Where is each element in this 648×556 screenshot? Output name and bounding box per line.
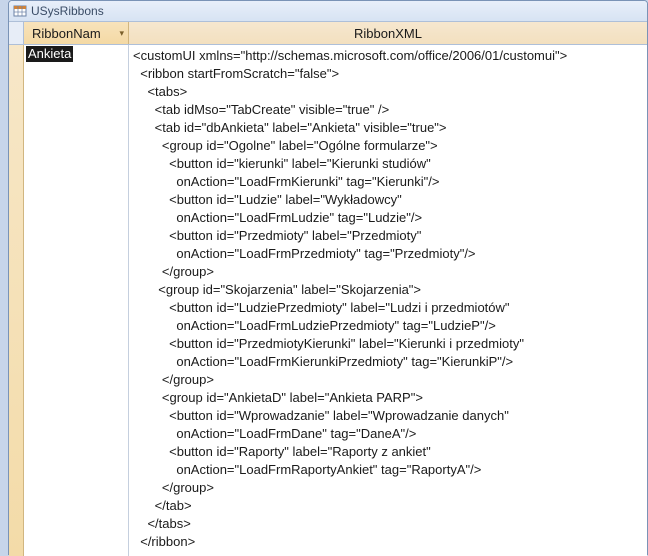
- cell-ribbonname[interactable]: Ankieta: [24, 45, 129, 556]
- ribbonname-value: Ankieta: [26, 46, 73, 62]
- column-header-label: RibbonNam: [32, 26, 101, 41]
- cell-ribbonxml[interactable]: <customUI xmlns="http://schemas.microsof…: [129, 45, 647, 556]
- chevron-down-icon[interactable]: ▾: [119, 28, 124, 39]
- column-header-ribbonxml[interactable]: RibbonXML: [129, 22, 647, 44]
- title-bar[interactable]: USysRibbons: [9, 1, 647, 22]
- datasheet-window: USysRibbons RibbonNam ▾ RibbonXML Ankiet…: [8, 0, 648, 555]
- data-row: Ankieta <customUI xmlns="http://schemas.…: [9, 45, 647, 556]
- table-icon: [13, 4, 27, 18]
- window-title: USysRibbons: [31, 4, 104, 18]
- row-selector[interactable]: [9, 45, 24, 556]
- column-header-ribbonname[interactable]: RibbonNam ▾: [24, 22, 129, 44]
- column-header-row: RibbonNam ▾ RibbonXML: [9, 22, 647, 45]
- column-header-label: RibbonXML: [354, 26, 422, 41]
- row-selector-header[interactable]: [9, 22, 24, 44]
